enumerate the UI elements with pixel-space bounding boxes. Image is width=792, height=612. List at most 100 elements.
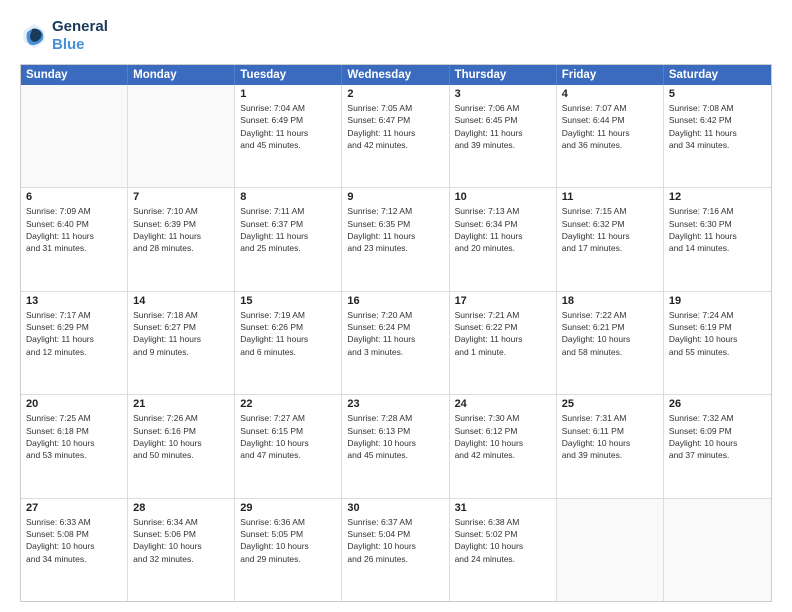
day-info: Sunrise: 7:25 AM Sunset: 6:18 PM Dayligh… (26, 412, 122, 461)
day-number: 1 (240, 88, 336, 100)
calendar-cell: 1 Sunrise: 7:04 AM Sunset: 6:49 PM Daylig… (235, 85, 342, 187)
day-header-thursday: Thursday (450, 65, 557, 85)
day-number: 27 (26, 502, 122, 514)
calendar-cell: 23 Sunrise: 7:28 AM Sunset: 6:13 PM Dayli… (342, 395, 449, 497)
day-info: Sunrise: 7:17 AM Sunset: 6:29 PM Dayligh… (26, 309, 122, 358)
day-number: 26 (669, 398, 766, 410)
day-info: Sunrise: 7:28 AM Sunset: 6:13 PM Dayligh… (347, 412, 443, 461)
day-number: 9 (347, 191, 443, 203)
day-info: Sunrise: 7:26 AM Sunset: 6:16 PM Dayligh… (133, 412, 229, 461)
logo: General Blue (20, 18, 108, 54)
day-info: Sunrise: 7:13 AM Sunset: 6:34 PM Dayligh… (455, 205, 551, 254)
calendar-cell: 26 Sunrise: 7:32 AM Sunset: 6:09 PM Dayli… (664, 395, 771, 497)
day-info: Sunrise: 7:32 AM Sunset: 6:09 PM Dayligh… (669, 412, 766, 461)
calendar-cell: 14Sunrise: 7:18 AM Sunset: 6:27 PM Dayli… (128, 292, 235, 394)
calendar-cell: 22Sunrise: 7:27 AM Sunset: 6:15 PM Dayli… (235, 395, 342, 497)
day-info: Sunrise: 7:04 AM Sunset: 6:49 PM Dayligh… (240, 102, 336, 151)
day-number: 30 (347, 502, 443, 514)
day-info: Sunrise: 6:36 AM Sunset: 5:05 PM Dayligh… (240, 516, 336, 565)
calendar-body: 1 Sunrise: 7:04 AM Sunset: 6:49 PM Daylig… (21, 85, 771, 601)
day-number: 24 (455, 398, 551, 410)
calendar-cell: 25Sunrise: 7:31 AM Sunset: 6:11 PM Dayli… (557, 395, 664, 497)
calendar-cell: 7 Sunrise: 7:10 AM Sunset: 6:39 PM Daylig… (128, 188, 235, 290)
day-info: Sunrise: 7:27 AM Sunset: 6:15 PM Dayligh… (240, 412, 336, 461)
day-number: 16 (347, 295, 443, 307)
day-info: Sunrise: 7:10 AM Sunset: 6:39 PM Dayligh… (133, 205, 229, 254)
day-info: Sunrise: 7:07 AM Sunset: 6:44 PM Dayligh… (562, 102, 658, 151)
day-info: Sunrise: 7:20 AM Sunset: 6:24 PM Dayligh… (347, 309, 443, 358)
calendar-cell: 15 Sunrise: 7:19 AM Sunset: 6:26 PM Dayli… (235, 292, 342, 394)
day-info: Sunrise: 6:38 AM Sunset: 5:02 PM Dayligh… (455, 516, 551, 565)
day-number: 15 (240, 295, 336, 307)
day-number: 12 (669, 191, 766, 203)
day-number: 20 (26, 398, 122, 410)
day-info: Sunrise: 7:30 AM Sunset: 6:12 PM Dayligh… (455, 412, 551, 461)
day-number: 8 (240, 191, 336, 203)
day-info: Sunrise: 7:19 AM Sunset: 6:26 PM Dayligh… (240, 309, 336, 358)
day-number: 25 (562, 398, 658, 410)
day-number: 3 (455, 88, 551, 100)
day-number: 18 (562, 295, 658, 307)
week-row-4: 20 Sunrise: 7:25 AM Sunset: 6:18 PM Dayli… (21, 394, 771, 497)
calendar-cell: 10 Sunrise: 7:13 AM Sunset: 6:34 PM Dayli… (450, 188, 557, 290)
calendar-cell: 18 Sunrise: 7:22 AM Sunset: 6:21 PM Dayli… (557, 292, 664, 394)
calendar-cell (664, 499, 771, 601)
day-info: Sunrise: 7:22 AM Sunset: 6:21 PM Dayligh… (562, 309, 658, 358)
calendar-cell (128, 85, 235, 187)
day-number: 6 (26, 191, 122, 203)
calendar: SundayMondayTuesdayWednesdayThursdayFrid… (20, 64, 772, 602)
calendar-cell: 4 Sunrise: 7:07 AM Sunset: 6:44 PM Daylig… (557, 85, 664, 187)
day-header-sunday: Sunday (21, 65, 128, 85)
day-number: 29 (240, 502, 336, 514)
day-info: Sunrise: 7:18 AM Sunset: 6:27 PM Dayligh… (133, 309, 229, 358)
calendar-cell (557, 499, 664, 601)
day-info: Sunrise: 7:24 AM Sunset: 6:19 PM Dayligh… (669, 309, 766, 358)
calendar-cell: 19 Sunrise: 7:24 AM Sunset: 6:19 PM Dayli… (664, 292, 771, 394)
day-number: 10 (455, 191, 551, 203)
week-row-2: 6Sunrise: 7:09 AM Sunset: 6:40 PM Daylig… (21, 187, 771, 290)
day-info: Sunrise: 7:12 AM Sunset: 6:35 PM Dayligh… (347, 205, 443, 254)
day-header-saturday: Saturday (664, 65, 771, 85)
page: General Blue SundayMondayTuesdayWednesda… (0, 0, 792, 612)
day-number: 23 (347, 398, 443, 410)
calendar-cell: 27Sunrise: 6:33 AM Sunset: 5:08 PM Dayli… (21, 499, 128, 601)
calendar-cell: 30 Sunrise: 6:37 AM Sunset: 5:04 PM Dayli… (342, 499, 449, 601)
day-number: 4 (562, 88, 658, 100)
day-info: Sunrise: 6:37 AM Sunset: 5:04 PM Dayligh… (347, 516, 443, 565)
calendar-cell: 16 Sunrise: 7:20 AM Sunset: 6:24 PM Dayli… (342, 292, 449, 394)
calendar-cell: 6Sunrise: 7:09 AM Sunset: 6:40 PM Daylig… (21, 188, 128, 290)
day-number: 2 (347, 88, 443, 100)
day-info: Sunrise: 7:21 AM Sunset: 6:22 PM Dayligh… (455, 309, 551, 358)
week-row-3: 13 Sunrise: 7:17 AM Sunset: 6:29 PM Dayli… (21, 291, 771, 394)
week-row-1: 1 Sunrise: 7:04 AM Sunset: 6:49 PM Daylig… (21, 85, 771, 187)
day-number: 19 (669, 295, 766, 307)
day-number: 5 (669, 88, 766, 100)
day-info: Sunrise: 7:15 AM Sunset: 6:32 PM Dayligh… (562, 205, 658, 254)
day-header-tuesday: Tuesday (235, 65, 342, 85)
day-header-wednesday: Wednesday (342, 65, 449, 85)
day-number: 31 (455, 502, 551, 514)
header: General Blue (20, 18, 772, 54)
day-number: 7 (133, 191, 229, 203)
calendar-cell: 20 Sunrise: 7:25 AM Sunset: 6:18 PM Dayli… (21, 395, 128, 497)
day-number: 21 (133, 398, 229, 410)
day-number: 13 (26, 295, 122, 307)
calendar-cell (21, 85, 128, 187)
day-header-monday: Monday (128, 65, 235, 85)
calendar-cell: 24 Sunrise: 7:30 AM Sunset: 6:12 PM Dayli… (450, 395, 557, 497)
day-info: Sunrise: 6:34 AM Sunset: 5:06 PM Dayligh… (133, 516, 229, 565)
calendar-cell: 13 Sunrise: 7:17 AM Sunset: 6:29 PM Dayli… (21, 292, 128, 394)
day-number: 17 (455, 295, 551, 307)
calendar-cell: 28 Sunrise: 6:34 AM Sunset: 5:06 PM Dayli… (128, 499, 235, 601)
calendar-cell: 3Sunrise: 7:06 AM Sunset: 6:45 PM Daylig… (450, 85, 557, 187)
logo-icon (20, 22, 48, 50)
calendar-header: SundayMondayTuesdayWednesdayThursdayFrid… (21, 65, 771, 85)
logo-text: General Blue (52, 18, 108, 54)
calendar-cell: 11Sunrise: 7:15 AM Sunset: 6:32 PM Dayli… (557, 188, 664, 290)
calendar-cell: 8Sunrise: 7:11 AM Sunset: 6:37 PM Daylig… (235, 188, 342, 290)
calendar-cell: 21 Sunrise: 7:26 AM Sunset: 6:16 PM Dayli… (128, 395, 235, 497)
day-header-friday: Friday (557, 65, 664, 85)
day-info: Sunrise: 7:05 AM Sunset: 6:47 PM Dayligh… (347, 102, 443, 151)
day-info: Sunrise: 7:08 AM Sunset: 6:42 PM Dayligh… (669, 102, 766, 151)
day-number: 28 (133, 502, 229, 514)
